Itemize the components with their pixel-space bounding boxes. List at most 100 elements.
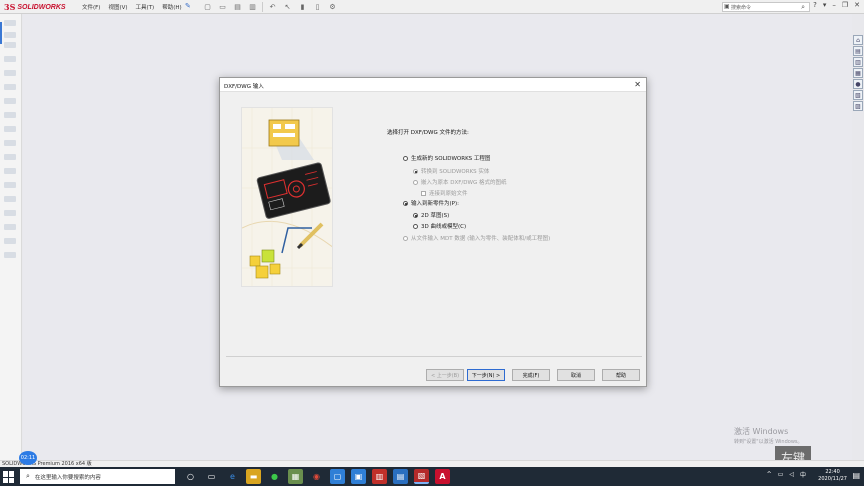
volume-icon[interactable]: ◁ <box>789 471 794 478</box>
dialog-close-icon[interactable]: ✕ <box>634 80 641 89</box>
file-properties-icon[interactable]: ▯ <box>312 1 323 12</box>
feature-item[interactable] <box>4 210 16 216</box>
feature-item[interactable] <box>4 70 16 76</box>
dialog-divider <box>226 356 642 357</box>
feature-item[interactable] <box>4 252 16 258</box>
finish-button[interactable]: 完成(F) <box>512 369 550 381</box>
search-icon[interactable]: ⌕ <box>801 3 805 12</box>
feature-item[interactable] <box>4 140 16 146</box>
select-icon[interactable]: ↖ <box>282 1 293 12</box>
network-icon[interactable]: ▭ <box>778 471 784 478</box>
option-import-to-new-part[interactable]: 输入到新零件为(P): <box>403 199 459 207</box>
feature-item[interactable] <box>4 56 16 62</box>
rebuild-icon[interactable]: ▮ <box>297 1 308 12</box>
solidworks-taskbar-icon[interactable]: ▧ <box>414 469 429 484</box>
cancel-button[interactable]: 取消 <box>557 369 595 381</box>
menu-help[interactable]: 帮助(H) <box>162 3 181 11</box>
app-icon[interactable]: ▥ <box>372 469 387 484</box>
feature-item[interactable] <box>4 42 16 48</box>
feature-item[interactable] <box>4 154 16 160</box>
activate-windows-watermark: 激活 Windows 转到"设置"以激活 Windows。 <box>734 426 803 445</box>
help-dropdown-icon[interactable]: ▾ <box>823 1 827 9</box>
custom-properties-icon[interactable]: ▧ <box>853 90 863 100</box>
radio-convert-to-entities <box>413 168 418 174</box>
feature-item[interactable] <box>4 112 16 118</box>
app-icon[interactable]: ▦ <box>288 469 303 484</box>
undo-icon[interactable]: ↶ <box>267 1 278 12</box>
option-embed-as-sheet: 嵌入为原本 DXF/DWG 格式的图纸 <box>413 178 506 186</box>
radio-import-mdt <box>403 235 408 241</box>
edge-browser-icon[interactable]: e <box>225 469 240 484</box>
menu-bar: 文件(F) 视图(V) 工具(T) 帮助(H) <box>82 3 182 11</box>
wechat-icon[interactable]: ● <box>267 469 282 484</box>
feature-item[interactable] <box>4 168 16 174</box>
input-method-indicator[interactable]: 中 <box>800 470 806 479</box>
taskbar-search-placeholder: 在这里输入你要搜索的内容 <box>34 474 101 481</box>
app-icon[interactable]: ▤ <box>393 469 408 484</box>
option-2d-sketch[interactable]: 2D 草图(S) <box>413 211 449 219</box>
notification-center-icon[interactable]: ▤ <box>852 471 860 480</box>
home-icon[interactable]: ⌂ <box>853 35 863 45</box>
windows-taskbar: ⌕ 在这里输入你要搜索的内容 ○ ▭ e ▬ ● ▦ ◉ ▢ ▣ ▥ ▤ ▧ A… <box>0 467 864 486</box>
menu-file[interactable]: 文件(F) <box>82 3 100 11</box>
taskbar-clock[interactable]: 22:40 2020/11/27 <box>818 469 847 483</box>
radio-import-to-new-part[interactable] <box>403 200 408 206</box>
save-icon[interactable]: ▤ <box>232 1 243 12</box>
command-search-box[interactable]: ▣ 搜索命令 ⌕ <box>722 2 810 12</box>
feature-manager-strip <box>0 14 22 460</box>
feature-item[interactable] <box>4 20 16 26</box>
taskbar-search-box[interactable]: ⌕ 在这里输入你要搜索的内容 <box>20 469 175 484</box>
feature-item[interactable] <box>4 224 16 230</box>
print-icon[interactable]: ▥ <box>247 1 258 12</box>
open-folder-icon[interactable]: ▭ <box>217 1 228 12</box>
app-icon[interactable]: ▣ <box>351 469 366 484</box>
help-button[interactable]: 帮助 <box>602 369 640 381</box>
search-icon: ⌕ <box>26 472 30 480</box>
menu-view[interactable]: 视图(V) <box>108 3 127 11</box>
forum-icon[interactable]: ▨ <box>853 101 863 111</box>
option-3d-curves[interactable]: 3D 曲线或模型(C) <box>413 222 466 230</box>
feature-item[interactable] <box>4 84 16 90</box>
restore-icon[interactable]: ❐ <box>842 1 848 9</box>
radio-3d-curves[interactable] <box>413 223 418 229</box>
menu-tools[interactable]: 工具(T) <box>136 3 155 11</box>
option-convert-to-entities: 转换到 SOLIDWORKS 实体 <box>413 167 489 175</box>
windows-start-icon[interactable] <box>3 471 15 483</box>
next-button[interactable]: 下一步(N) > <box>467 369 505 381</box>
pin-menu-icon[interactable]: ✎ <box>185 2 191 10</box>
app-icon[interactable]: ▢ <box>330 469 345 484</box>
feature-item[interactable] <box>4 98 16 104</box>
feature-item[interactable] <box>4 32 16 38</box>
file-explorer-icon[interactable]: ▬ <box>246 469 261 484</box>
option-import-mdt-label: 从文件输入 MDT 数据 (输入为零件、装配体和/或工程图) <box>411 236 551 242</box>
feature-item[interactable] <box>4 196 16 202</box>
feature-item[interactable] <box>4 182 16 188</box>
radio-2d-sketch[interactable] <box>413 212 418 218</box>
task-view-icon[interactable]: ▭ <box>204 469 219 484</box>
minimize-icon[interactable]: – <box>832 1 836 9</box>
option-new-drawing[interactable]: 生成新的 SOLIDWORKS 工程图 <box>403 154 490 162</box>
recording-timer-badge: 02:11 <box>19 451 37 465</box>
cortana-icon[interactable]: ○ <box>183 469 198 484</box>
solidworks-logo[interactable]: 3S SOLIDWORKS <box>4 2 66 12</box>
file-explorer-icon[interactable]: ▦ <box>853 68 863 78</box>
dialog-title: DXF/DWG 输入 <box>220 78 646 92</box>
app-name: SOLIDWORKS <box>17 3 66 11</box>
clock-time: 22:40 <box>825 469 840 475</box>
design-library-icon[interactable]: ▥ <box>853 57 863 67</box>
new-document-icon[interactable]: ▢ <box>202 1 213 12</box>
back-button[interactable]: < 上一步(B) <box>426 369 464 381</box>
autocad-icon[interactable]: A <box>435 469 450 484</box>
chrome-icon[interactable]: ◉ <box>309 469 324 484</box>
close-icon[interactable]: ✕ <box>854 1 860 9</box>
chevron-up-icon[interactable]: ^ <box>767 471 772 478</box>
radio-new-drawing[interactable] <box>403 155 408 161</box>
feature-item[interactable] <box>4 238 16 244</box>
feature-item[interactable] <box>4 126 16 132</box>
help-icon[interactable]: ? <box>813 1 817 9</box>
option-import-to-new-part-label: 输入到新零件为(P): <box>411 201 459 207</box>
appearances-icon[interactable]: ● <box>853 79 863 89</box>
options-gear-icon[interactable]: ⚙ <box>327 1 338 12</box>
wizard-illustration-graphic <box>242 108 332 286</box>
resources-icon[interactable]: ▤ <box>853 46 863 56</box>
